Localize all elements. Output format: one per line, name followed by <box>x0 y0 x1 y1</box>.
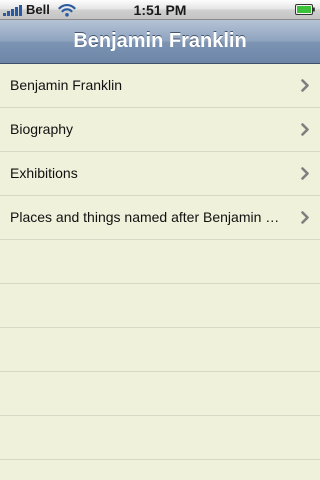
empty-row <box>0 284 320 328</box>
empty-row <box>0 328 320 372</box>
list-item-places-named[interactable]: Places and things named after Benjamin F… <box>0 196 320 240</box>
list-item-label: Exhibitions <box>10 165 78 181</box>
chevron-right-icon <box>301 79 309 92</box>
status-clock: 1:51 PM <box>133 2 187 18</box>
list-item-label: Places and things named after Benjamin F… <box>10 209 286 225</box>
list-item-label: Biography <box>10 121 74 137</box>
empty-row <box>0 372 320 416</box>
chevron-right-icon <box>301 123 309 136</box>
list-item-benjamin-franklin[interactable]: Benjamin Franklin <box>0 64 320 108</box>
menu-list: Benjamin Franklin Biography Exhibitions … <box>0 64 320 480</box>
app-screen: Bell 1:51 PM Benjamin Franklin Benjamin … <box>0 0 320 480</box>
status-bar: Bell 1:51 PM <box>0 0 320 20</box>
chevron-right-icon <box>301 167 309 180</box>
empty-row <box>0 240 320 284</box>
page-title: Benjamin Franklin <box>73 30 247 52</box>
battery-icon <box>295 4 315 15</box>
empty-row <box>0 416 320 460</box>
navigation-bar: Benjamin Franklin <box>0 20 320 64</box>
list-item-label: Benjamin Franklin <box>10 77 123 93</box>
list-item-biography[interactable]: Biography <box>0 108 320 152</box>
chevron-right-icon <box>301 211 309 224</box>
list-item-exhibitions[interactable]: Exhibitions <box>0 152 320 196</box>
